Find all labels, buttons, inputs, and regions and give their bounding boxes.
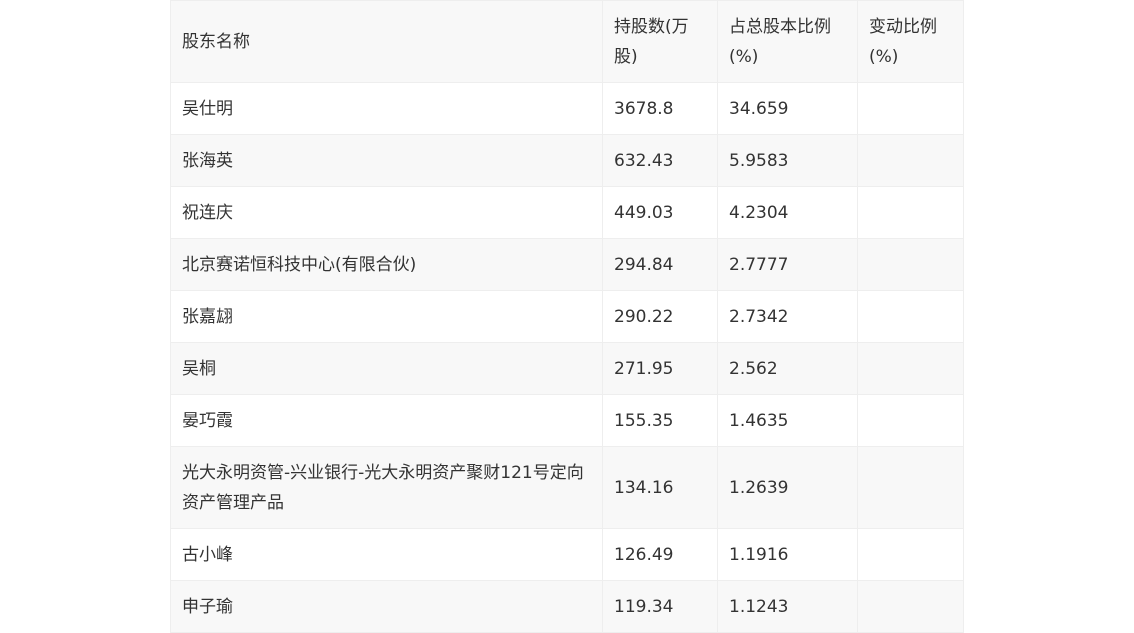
table-row: 晏巧霞 155.35 1.4635 bbox=[170, 394, 964, 447]
header-share-ratio: 占总股本比例(%) bbox=[717, 0, 858, 83]
cell-change bbox=[857, 528, 964, 581]
cell-ratio: 2.7342 bbox=[717, 290, 858, 343]
cell-name: 吴仕明 bbox=[170, 82, 603, 135]
cell-name: 张嘉翃 bbox=[170, 290, 603, 343]
cell-shares: 119.34 bbox=[602, 580, 718, 633]
cell-ratio: 1.4635 bbox=[717, 394, 858, 447]
cell-ratio: 2.7777 bbox=[717, 238, 858, 291]
table-row: 北京赛诺恒科技中心(有限合伙) 294.84 2.7777 bbox=[170, 238, 964, 291]
cell-shares: 134.16 bbox=[602, 446, 718, 529]
cell-change bbox=[857, 134, 964, 187]
table-row: 光大永明资管-兴业银行-光大永明资产聚财121号定向资产管理产品 134.16 … bbox=[170, 446, 964, 529]
cell-change bbox=[857, 580, 964, 633]
table-row: 吴桐 271.95 2.562 bbox=[170, 342, 964, 395]
table-row: 吴仕明 3678.8 34.659 bbox=[170, 82, 964, 135]
table-row: 祝连庆 449.03 4.2304 bbox=[170, 186, 964, 239]
cell-change bbox=[857, 186, 964, 239]
cell-name: 申子瑜 bbox=[170, 580, 603, 633]
table-row: 张海英 632.43 5.9583 bbox=[170, 134, 964, 187]
cell-shares: 3678.8 bbox=[602, 82, 718, 135]
cell-ratio: 4.2304 bbox=[717, 186, 858, 239]
cell-change bbox=[857, 238, 964, 291]
cell-shares: 126.49 bbox=[602, 528, 718, 581]
cell-shares: 294.84 bbox=[602, 238, 718, 291]
cell-ratio: 5.9583 bbox=[717, 134, 858, 187]
cell-change bbox=[857, 446, 964, 529]
cell-change bbox=[857, 342, 964, 395]
table-header-row: 股东名称 持股数(万股) 占总股本比例(%) 变动比例(%) bbox=[170, 0, 964, 83]
cell-change bbox=[857, 290, 964, 343]
table-row: 申子瑜 119.34 1.1243 bbox=[170, 580, 964, 633]
cell-name: 祝连庆 bbox=[170, 186, 603, 239]
header-share-count: 持股数(万股) bbox=[602, 0, 718, 83]
cell-shares: 290.22 bbox=[602, 290, 718, 343]
cell-shares: 449.03 bbox=[602, 186, 718, 239]
shareholder-table-container: 股东名称 持股数(万股) 占总股本比例(%) 变动比例(%) 吴仕明 3678.… bbox=[170, 0, 964, 633]
cell-name: 张海英 bbox=[170, 134, 603, 187]
header-change-ratio: 变动比例(%) bbox=[857, 0, 964, 83]
cell-change bbox=[857, 82, 964, 135]
table-row: 张嘉翃 290.22 2.7342 bbox=[170, 290, 964, 343]
cell-ratio: 1.1243 bbox=[717, 580, 858, 633]
cell-shares: 632.43 bbox=[602, 134, 718, 187]
cell-ratio: 2.562 bbox=[717, 342, 858, 395]
cell-change bbox=[857, 394, 964, 447]
cell-name: 晏巧霞 bbox=[170, 394, 603, 447]
header-shareholder-name: 股东名称 bbox=[170, 0, 603, 83]
cell-name: 吴桐 bbox=[170, 342, 603, 395]
shareholder-table: 股东名称 持股数(万股) 占总股本比例(%) 变动比例(%) 吴仕明 3678.… bbox=[170, 0, 964, 633]
cell-name: 光大永明资管-兴业银行-光大永明资产聚财121号定向资产管理产品 bbox=[170, 446, 603, 529]
cell-name: 古小峰 bbox=[170, 528, 603, 581]
cell-ratio: 34.659 bbox=[717, 82, 858, 135]
cell-ratio: 1.2639 bbox=[717, 446, 858, 529]
cell-shares: 271.95 bbox=[602, 342, 718, 395]
table-row: 古小峰 126.49 1.1916 bbox=[170, 528, 964, 581]
cell-name: 北京赛诺恒科技中心(有限合伙) bbox=[170, 238, 603, 291]
cell-shares: 155.35 bbox=[602, 394, 718, 447]
cell-ratio: 1.1916 bbox=[717, 528, 858, 581]
